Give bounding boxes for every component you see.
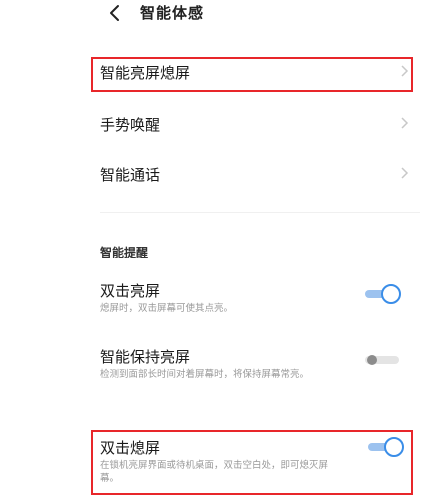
chevron-left-icon [110, 5, 119, 21]
toggle-description: 检测到面部长时间对着屏幕时，将保持屏幕常亮。 [100, 369, 310, 380]
section-header: 智能提醒 [100, 246, 149, 258]
nav-item-smart-call[interactable]: 智能通话 [100, 160, 410, 188]
header: 智能体感 [0, 0, 439, 36]
highlight-box-double-tap-sleep [91, 430, 413, 495]
smart-keep-screen-on-switch[interactable] [365, 350, 401, 370]
toggle-row-smart-keep-screen-on: 智能保持亮屏 检测到面部长时间对着屏幕时，将保持屏幕常亮。 [100, 346, 420, 382]
chevron-right-icon [401, 117, 409, 129]
toggle-description: 熄屏时，双击屏幕可使其点亮。 [100, 303, 234, 314]
switch-knob [381, 284, 401, 304]
page-title: 智能体感 [140, 4, 205, 22]
toggle-row-double-tap-wake: 双击亮屏 熄屏时，双击屏幕可使其点亮。 [100, 280, 420, 316]
switch-knob [367, 355, 377, 365]
toggle-label: 智能保持亮屏 [100, 348, 191, 366]
section-header-wrapper: 智能提醒 [100, 244, 220, 258]
nav-item-label: 智能通话 [100, 166, 161, 184]
highlight-box-smart-screen [91, 57, 413, 92]
section-divider [100, 212, 420, 213]
double-tap-wake-switch[interactable] [365, 284, 401, 304]
chevron-right-icon [401, 167, 409, 179]
back-button[interactable] [104, 2, 126, 24]
nav-item-gesture-wake[interactable]: 手势唤醒 [100, 110, 410, 138]
nav-item-label: 手势唤醒 [100, 116, 161, 134]
toggle-label: 双击亮屏 [100, 282, 161, 300]
settings-screen: 智能体感 智能亮屏熄屏 手势唤醒 智能通话 智能提醒 双击亮屏 熄屏时，双击屏幕… [0, 0, 439, 499]
